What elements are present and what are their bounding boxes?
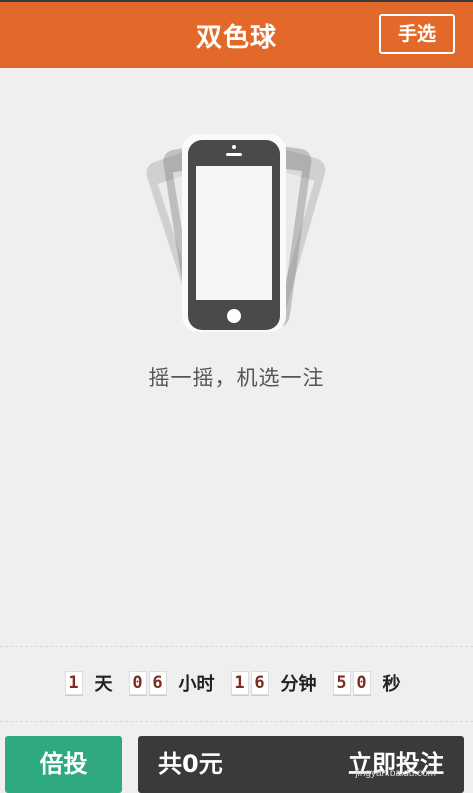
bottom-bar: 倍投 共0元 立即投注 jingyan.baidu.com bbox=[0, 728, 473, 793]
digit: 6 bbox=[148, 671, 167, 695]
minutes-unit: 分钟 bbox=[280, 674, 317, 695]
minutes-digits: 1 6 bbox=[230, 671, 269, 695]
countdown-timer: 1 天 0 6 小时 1 6 分钟 5 0 秒 bbox=[0, 668, 473, 698]
shake-caption: 摇一摇，机选一注 bbox=[148, 366, 325, 390]
manual-select-button[interactable]: 手选 bbox=[379, 14, 455, 54]
multiple-bet-button[interactable]: 倍投 bbox=[5, 736, 122, 793]
seconds-digits: 5 0 bbox=[332, 671, 371, 695]
digit: 0 bbox=[128, 671, 147, 695]
digit: 0 bbox=[352, 671, 371, 695]
top-bar: 双色球 手选 bbox=[0, 0, 473, 68]
submit-bet-button[interactable]: 立即投注 bbox=[348, 736, 444, 793]
total-amount: 共0元 bbox=[158, 750, 223, 778]
digit: 5 bbox=[332, 671, 351, 695]
phone-icon bbox=[188, 140, 280, 330]
days-digits: 1 bbox=[64, 671, 83, 695]
divider-top bbox=[0, 646, 473, 647]
digit: 1 bbox=[64, 671, 83, 695]
hours-unit: 小时 bbox=[178, 674, 215, 695]
hours-digits: 0 6 bbox=[128, 671, 167, 695]
seconds-unit: 秒 bbox=[382, 674, 401, 695]
digit: 1 bbox=[230, 671, 249, 695]
shake-phone-icon bbox=[146, 134, 326, 332]
days-unit: 天 bbox=[94, 674, 113, 695]
watermark: jingyan.baidu.com bbox=[355, 768, 436, 779]
divider-bottom bbox=[0, 721, 473, 722]
bet-bar: 共0元 立即投注 jingyan.baidu.com bbox=[138, 736, 464, 793]
digit: 6 bbox=[250, 671, 269, 695]
